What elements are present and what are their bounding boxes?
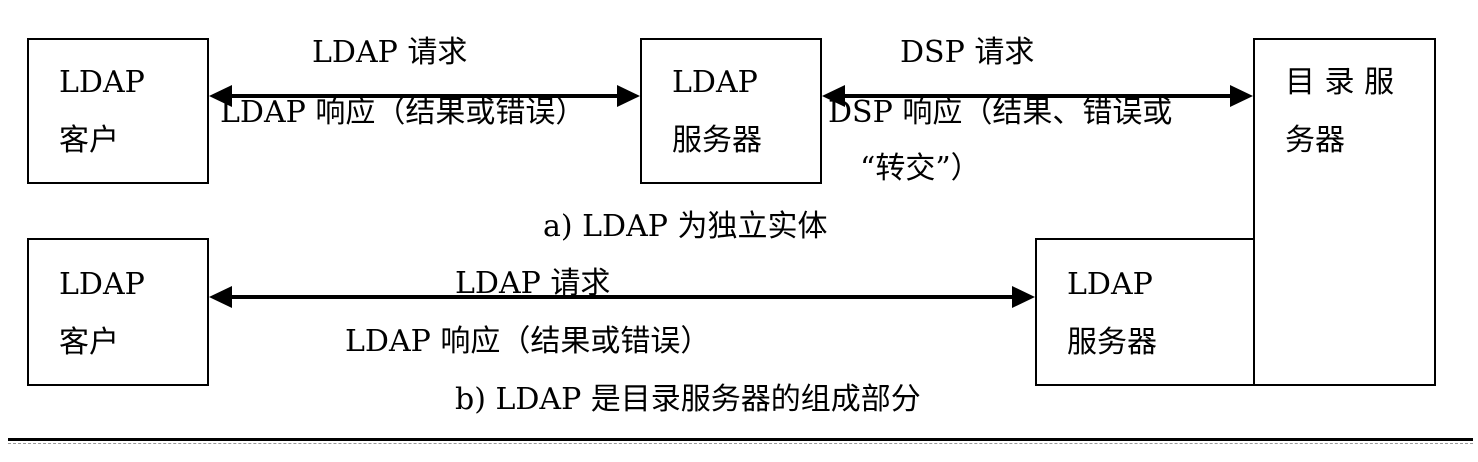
bottom-rule-dashed [8,443,1473,444]
a-ldap-request-label: LDAP 请求 [312,35,468,70]
directory-server-line1: 目 录 服 [1285,65,1395,100]
b-ldap-client-line1: LDAP [59,267,145,302]
b-caption: b) LDAP 是目录服务器的组成部分 [455,382,921,417]
b-ldap-server-box: LDAP 服务器 [1035,238,1255,386]
a-ldap-server-line1: LDAP [672,65,758,100]
a-ldap-server-line2: 服务器 [672,123,762,158]
a-ldap-client-line2: 客户 [59,123,119,158]
b-client-server-arrow [209,286,1035,308]
ldap-architecture-diagram: LDAP 客户 LDAP 服务器 目 录 服 务器 LDAP 客户 LDAP 服… [0,0,1478,462]
b-ldap-request-label: LDAP 请求 [455,266,611,301]
b-ldap-client-box: LDAP 客户 [27,238,209,386]
a-dsp-request-label: DSP 请求 [900,35,1035,70]
b-ldap-client-line2: 客户 [59,325,119,360]
a-ldap-server-box: LDAP 服务器 [640,38,822,184]
a-dsp-response-line1: DSP 响应（结果、错误或 [828,95,1173,130]
directory-server-box: 目 录 服 务器 [1253,38,1436,386]
a-ldap-client-box: LDAP 客户 [27,38,209,184]
b-ldap-server-line1: LDAP [1067,267,1153,302]
a-ldap-response-label: LDAP 响应（结果或错误） [220,95,586,130]
a-ldap-client-line1: LDAP [59,65,145,100]
bottom-rule [8,438,1473,441]
a-caption: a) LDAP 为独立实体 [543,209,828,244]
directory-server-line2: 务器 [1285,123,1345,158]
b-ldap-server-line2: 服务器 [1067,325,1157,360]
b-ldap-response-label: LDAP 响应（结果或错误） [345,324,711,359]
a-dsp-response-line2: “转交”） [860,151,981,186]
